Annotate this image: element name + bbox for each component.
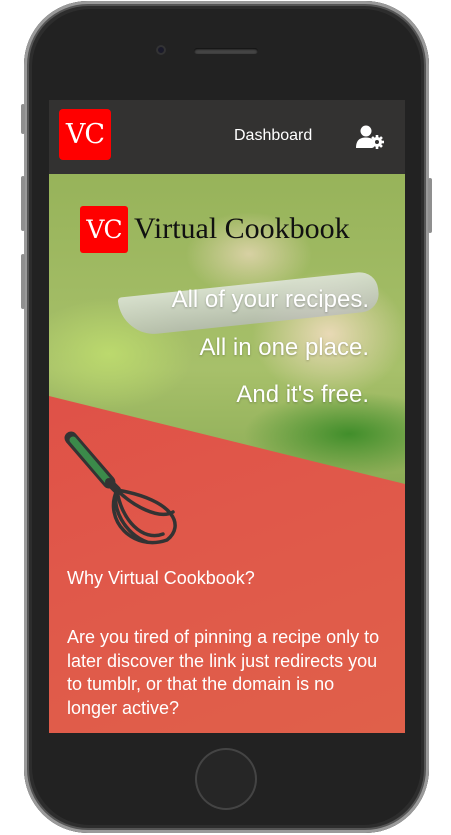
tagline-line-3: And it's free. bbox=[236, 381, 369, 408]
mute-switch bbox=[21, 104, 25, 134]
volume-down-button bbox=[21, 254, 25, 309]
top-navbar: VC Dashboard bbox=[49, 100, 405, 175]
front-camera bbox=[156, 45, 166, 55]
phone-screen: VC Dashboard VC Virtual Cookbook All of … bbox=[49, 100, 405, 733]
brand-header: VC Virtual Cookbook bbox=[80, 205, 350, 253]
volume-up-button bbox=[21, 176, 25, 231]
whisk-icon bbox=[64, 431, 177, 545]
power-button bbox=[428, 178, 432, 233]
dashboard-link[interactable]: Dashboard bbox=[234, 127, 312, 145]
section-body: Are you tired of pinning a recipe only t… bbox=[67, 627, 380, 718]
brand-name: Virtual Cookbook bbox=[134, 212, 350, 245]
tagline-line-1: All of your recipes. bbox=[171, 286, 369, 313]
earpiece-speaker bbox=[194, 48, 258, 54]
section-title: Why Virtual Cookbook? bbox=[67, 568, 255, 588]
user-gear-icon[interactable] bbox=[356, 125, 384, 149]
tagline-line-2: All in one place. bbox=[199, 334, 369, 361]
site-logo[interactable]: VC bbox=[59, 109, 111, 160]
brand-logo: VC bbox=[80, 205, 128, 253]
home-button[interactable] bbox=[195, 748, 257, 810]
hero-section: VC Virtual Cookbook All of your recipes.… bbox=[49, 174, 405, 733]
